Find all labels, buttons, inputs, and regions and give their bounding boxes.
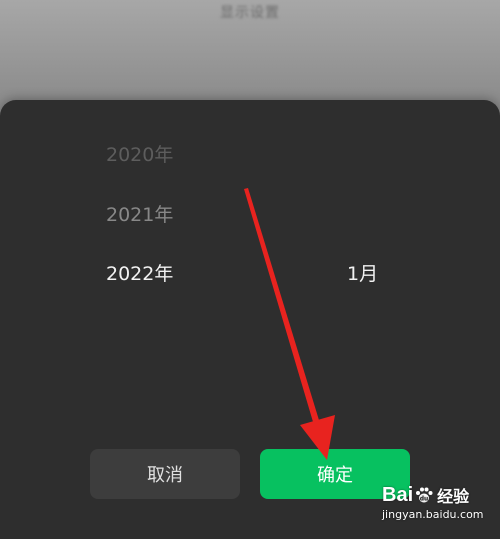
cancel-button[interactable]: 取消 [90,449,240,499]
baidu-logo: Bai du 经验 [382,480,469,510]
baidu-logo-bai: Bai [382,483,414,506]
picker-year-option[interactable]: 2020年 [106,140,173,167]
baidu-jingyan-watermark: Bai du 经验 jingyan.baidu.com [376,480,498,536]
svg-text:du: du [420,496,429,503]
picker-year-option[interactable]: 2021年 [106,200,173,227]
watermark-url: jingyan.baidu.com [382,508,484,521]
picker-month-selected[interactable]: 1月 [347,259,378,286]
date-picker-sheet [0,100,500,539]
jingyan-label: 经验 [437,487,470,506]
background-page-title: 显示设置 [220,5,280,21]
paw-icon: du [414,485,434,505]
dimmed-background: 显示设置 [0,0,500,110]
picker-year-selected[interactable]: 2022年 [106,259,173,286]
